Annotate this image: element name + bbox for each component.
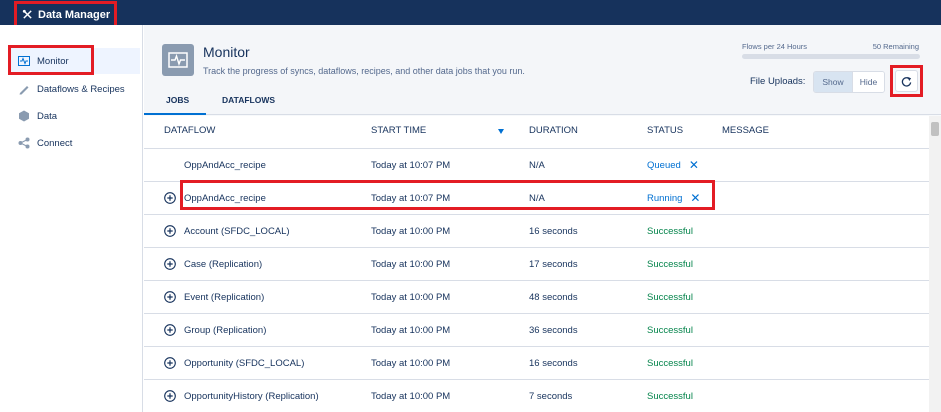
scrollbar-track[interactable] — [929, 116, 941, 412]
duration: 7 seconds — [529, 390, 573, 402]
pencil-icon — [19, 86, 29, 95]
cancel-icon[interactable]: ✕ — [689, 158, 699, 172]
sidebar-item-data[interactable]: Data — [10, 103, 140, 129]
column-header-start-time[interactable]: START TIME — [371, 125, 426, 136]
show-button[interactable]: Show — [814, 72, 852, 92]
column-header-status[interactable]: STATUS — [647, 125, 683, 136]
table-row[interactable]: Group (Replication) Today at 10:00 PM 36 s… — [144, 313, 929, 346]
sidebar-item-label: Connect — [37, 137, 73, 149]
status-text: Successful — [647, 225, 693, 237]
page-subtitle: Track the progress of syncs, dataflows, … — [203, 66, 525, 76]
table-row[interactable]: Account (SFDC_LOCAL) Today at 10:00 PM 16 … — [144, 214, 929, 247]
main-panel: Monitor Track the progress of syncs, dat… — [144, 25, 941, 412]
status-cell: Queued ✕ — [647, 149, 699, 181]
expand-icon[interactable] — [164, 357, 176, 369]
duration: 17 seconds — [529, 258, 578, 270]
start-time: Today at 10:07 PM — [371, 159, 451, 171]
dataflow-name: Account (SFDC_LOCAL) — [184, 225, 290, 237]
status-cell: Successful — [647, 380, 693, 412]
sidebar-item-connect[interactable]: Connect — [10, 130, 140, 156]
start-time: Today at 10:00 PM — [371, 258, 451, 270]
table-row[interactable]: Case (Replication) Today at 10:00 PM 17 se… — [144, 247, 929, 280]
status-text: Successful — [647, 324, 693, 336]
page-title: Monitor — [203, 44, 250, 60]
app-title-button[interactable]: Data Manager — [14, 1, 117, 28]
duration: 16 seconds — [529, 225, 578, 237]
tab-jobs[interactable]: JOBS — [166, 95, 189, 105]
start-time: Today at 10:00 PM — [371, 291, 451, 303]
sidebar-item-label: Data — [37, 110, 58, 122]
column-header-dataflow[interactable]: DATAFLOW — [164, 125, 215, 136]
duration: 48 seconds — [529, 291, 578, 303]
dataflow-name: Group (Replication) — [184, 324, 267, 336]
refresh-button[interactable] — [895, 70, 918, 92]
status-text: Successful — [647, 291, 693, 303]
tab-dataflows[interactable]: DATAFLOWS — [222, 95, 275, 105]
status-text: Successful — [647, 357, 693, 369]
hide-button[interactable]: Hide — [852, 72, 884, 92]
app-title: Data Manager — [38, 8, 111, 21]
table-row[interactable]: Opportunity (SFDC_LOCAL) Today at 10:00 P… — [144, 346, 929, 379]
dataflow-name: Case (Replication) — [184, 258, 263, 270]
status-cell: Successful — [647, 314, 693, 346]
flow-limit-label: Flows per 24 Hours — [742, 42, 808, 51]
hexagon-icon — [19, 110, 29, 122]
dataflow-name: OpportunityHistory (Replication) — [184, 390, 319, 402]
top-bar — [0, 0, 941, 25]
table-row[interactable]: OppAndAcc_recipe Today at 10:07 PM N/A Queu… — [144, 148, 929, 181]
expand-icon[interactable] — [164, 390, 176, 402]
refresh-icon — [901, 76, 912, 87]
tools-icon — [22, 9, 32, 19]
active-tab-indicator — [144, 113, 206, 115]
dataflow-name: Opportunity (SFDC_LOCAL) — [184, 357, 305, 369]
status-cell: Successful — [647, 281, 693, 313]
duration: 36 seconds — [529, 324, 578, 336]
flow-limit-bar — [742, 54, 920, 59]
status-cell: Successful — [647, 215, 693, 247]
status-text: Successful — [647, 390, 693, 402]
expand-icon[interactable] — [164, 192, 176, 204]
sidebar-item-dataflows-recipes[interactable]: Dataflows & Recipes — [10, 76, 140, 102]
status-text: Successful — [647, 258, 693, 270]
file-uploads-label: File Uploads: — [750, 76, 806, 87]
highlight-box-running-row — [180, 180, 715, 210]
expand-icon[interactable] — [164, 291, 176, 303]
file-uploads-toggle: Show Hide — [813, 71, 885, 93]
duration: 16 seconds — [529, 357, 578, 369]
scrollbar-thumb[interactable] — [931, 122, 939, 136]
highlight-box-monitor — [8, 45, 94, 75]
status-cell: Successful — [647, 347, 693, 379]
expand-icon[interactable] — [164, 324, 176, 336]
monitor-header-icon — [162, 44, 194, 76]
start-time: Today at 10:00 PM — [371, 390, 451, 402]
table-row[interactable]: Event (Replication) Today at 10:00 PM 48 s… — [144, 280, 929, 313]
sidebar: Monitor Dataflows & Recipes Data Connect — [0, 25, 143, 412]
start-time: Today at 10:00 PM — [371, 225, 451, 237]
expand-icon[interactable] — [164, 225, 176, 237]
start-time: Today at 10:00 PM — [371, 357, 451, 369]
column-header-duration[interactable]: DURATION — [529, 125, 578, 136]
table-row[interactable]: OpportunityHistory (Replication) Today at… — [144, 379, 929, 412]
dataflow-name: OppAndAcc_recipe — [184, 159, 266, 171]
duration: N/A — [529, 159, 545, 171]
status-text: Queued — [647, 159, 681, 171]
sidebar-item-label: Dataflows & Recipes — [37, 83, 125, 95]
dataflow-name: Event (Replication) — [184, 291, 265, 303]
sort-descending-icon[interactable] — [498, 129, 504, 134]
jobs-table: DATAFLOW START TIME DURATION STATUS MESS… — [144, 116, 929, 412]
expand-icon[interactable] — [164, 258, 176, 270]
start-time: Today at 10:00 PM — [371, 324, 451, 336]
flow-limit-count: 50 Remaining — [872, 42, 919, 51]
column-header-message[interactable]: MESSAGE — [722, 125, 769, 136]
status-cell: Successful — [647, 248, 693, 280]
connect-icon — [18, 137, 30, 149]
page-header: Monitor Track the progress of syncs, dat… — [144, 25, 941, 115]
